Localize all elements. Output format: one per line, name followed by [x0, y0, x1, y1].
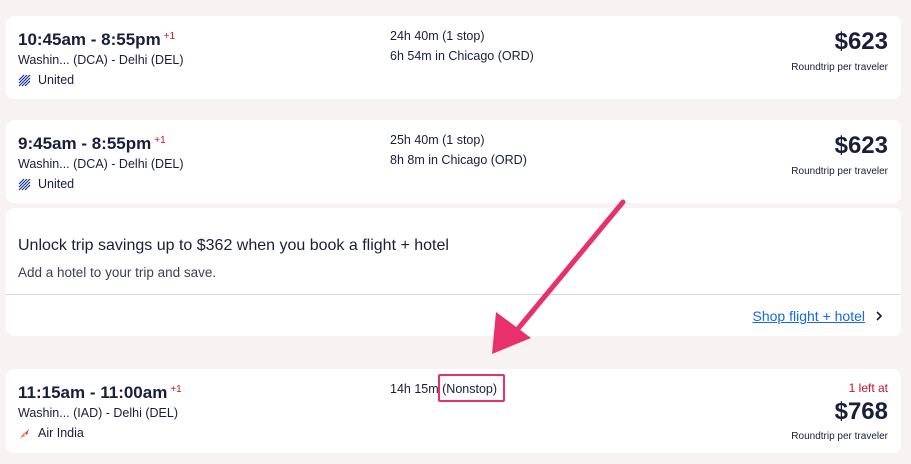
flight-result-card[interactable]: 9:45am - 8:55pm +1 Washin... (DCA) - Delh…	[6, 120, 901, 203]
flight-times: 9:45am - 8:55pm +1	[18, 134, 166, 153]
airline-info: Air India	[18, 426, 84, 440]
airline-name: Air India	[38, 426, 84, 440]
next-day-indicator: +1	[163, 31, 176, 42]
airline-name: United	[38, 177, 75, 191]
flight-duration: 25h 40m (1 stop)	[390, 133, 485, 147]
layover-detail: 6h 54m in Chicago (ORD)	[390, 49, 534, 63]
flight-price: $623	[834, 28, 888, 55]
flight-times: 11:15am - 11:00am +1	[18, 383, 182, 402]
price-note: Roundtrip per traveler	[791, 62, 888, 73]
divider	[6, 294, 901, 295]
flight-route: Washin... (DCA) - Delhi (DEL)	[18, 53, 184, 67]
next-day-indicator: +1	[170, 384, 182, 395]
promo-subtitle: Add a hotel to your trip and save.	[18, 265, 217, 280]
flight-route: Washin... (DCA) - Delhi (DEL)	[18, 157, 184, 171]
flight-price: $623	[834, 132, 888, 159]
flight-price: $768	[834, 398, 888, 425]
airline-info: United	[18, 73, 74, 87]
chevron-right-icon[interactable]	[873, 309, 885, 323]
price-note: Roundtrip per traveler	[791, 166, 888, 177]
flight-result-card[interactable]: 10:45am - 8:55pm +1 Washin... (DCA) - Del…	[6, 16, 901, 99]
promo-title: Unlock trip savings up to $362 when you …	[18, 237, 449, 254]
shop-flight-hotel-link[interactable]: Shop flight + hotel	[753, 308, 865, 324]
united-logo-icon	[18, 73, 31, 87]
flight-route: Washin... (IAD) - Delhi (DEL)	[18, 406, 178, 420]
next-day-indicator: +1	[154, 135, 166, 146]
flight-hotel-promo-card: Unlock trip savings up to $362 when you …	[6, 208, 901, 336]
air-india-logo-icon	[20, 428, 29, 438]
layover-detail: 8h 8m in Chicago (ORD)	[390, 153, 527, 167]
flight-duration: 24h 40m (1 stop)	[390, 29, 485, 43]
united-logo-icon	[18, 177, 31, 191]
airline-name: United	[38, 73, 75, 87]
airline-info: United	[18, 177, 74, 191]
price-note: Roundtrip per traveler	[791, 431, 888, 442]
flight-times: 10:45am - 8:55pm +1	[18, 30, 176, 49]
seats-left-notice: 1 left at	[848, 381, 888, 395]
nonstop-highlight-box	[438, 374, 505, 402]
